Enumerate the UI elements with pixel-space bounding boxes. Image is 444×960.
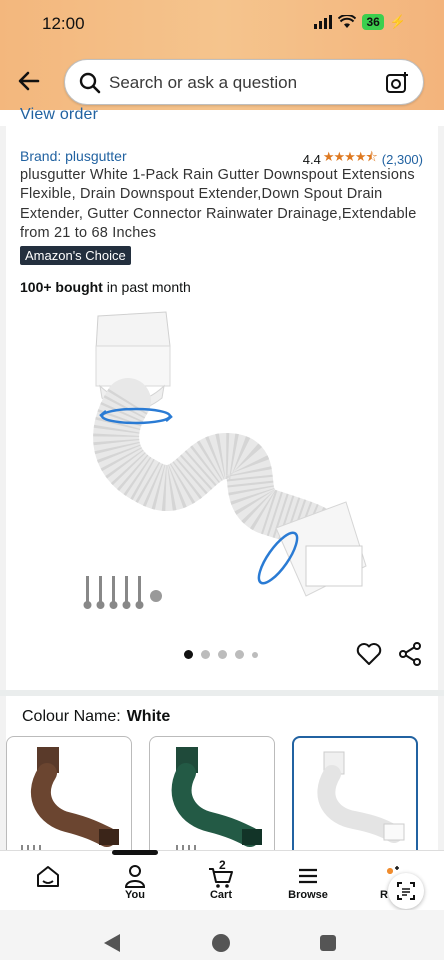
cart-count-badge: 2 (219, 858, 226, 872)
bought-count-rest: in past month (102, 279, 191, 295)
status-time: 12:00 (42, 14, 85, 33)
active-tab-indicator (112, 850, 158, 855)
search-icon (79, 72, 101, 94)
bought-count-strong: 100+ bought (20, 279, 103, 295)
header-bar: 12:00 36 ⚡ (0, 0, 444, 110)
review-count[interactable]: (2,300) (382, 152, 423, 167)
system-home-icon[interactable] (212, 934, 230, 952)
nav-home[interactable] (8, 851, 88, 911)
rating-value: 4.4 (302, 151, 321, 167)
screws-image (83, 576, 162, 609)
share-icon[interactable] (398, 642, 422, 666)
charging-icon: ⚡ (389, 14, 406, 29)
swatch-image (21, 747, 119, 855)
back-arrow-icon[interactable] (16, 68, 42, 94)
bottom-nav: You 2 Cart Browse R (0, 850, 444, 910)
nav-cart[interactable]: 2 Cart (181, 851, 261, 911)
colour-swatch-brown[interactable] (6, 736, 132, 866)
system-nav-bar (0, 910, 444, 960)
home-icon (37, 866, 59, 887)
carousel-dot[interactable] (218, 650, 227, 659)
page-edge-right (438, 126, 444, 950)
colour-swatch-green[interactable] (149, 736, 275, 866)
swatch-image (317, 751, 405, 843)
amazons-choice-badge: Amazon's Choice (20, 246, 131, 265)
carousel-dot-active[interactable] (184, 650, 193, 659)
camera-search-icon[interactable] (385, 71, 409, 95)
product-card: Brand: plusgutter 4.4 ★★★★⯪ (2,300) plus… (6, 138, 438, 690)
status-bar: 12:00 36 ⚡ (0, 0, 444, 48)
nav-browse[interactable]: Browse (268, 851, 348, 911)
wifi-icon (338, 15, 357, 28)
system-recents-icon[interactable] (320, 935, 336, 951)
status-icons: 36 ⚡ (314, 14, 406, 30)
product-title: plusgutter White 1-Pack Rain Gutter Down… (20, 167, 417, 241)
nav-browse-label: Browse (288, 889, 328, 901)
heart-icon[interactable] (356, 642, 382, 666)
system-back-icon[interactable] (104, 934, 120, 952)
nav-you-label: You (125, 889, 145, 901)
carousel-dot[interactable] (201, 650, 210, 659)
carousel-dot[interactable] (235, 650, 244, 659)
nav-cart-label: Cart (209, 889, 232, 901)
bought-count: 100+ bought in past month (20, 279, 191, 295)
section-divider (0, 690, 444, 696)
lens-button[interactable] (388, 873, 424, 909)
carousel-dot[interactable] (252, 651, 258, 658)
colour-swatch-white[interactable] (292, 736, 418, 866)
search-bar[interactable] (64, 59, 424, 105)
battery-icon: 36 (362, 14, 384, 30)
image-carousel-dots[interactable] (184, 650, 258, 659)
lens-scan-icon (397, 882, 415, 900)
colour-name-value: White (126, 708, 171, 725)
nav-you[interactable]: You (95, 851, 175, 911)
colour-name-label: Colour Name: White (22, 708, 170, 726)
search-input[interactable] (109, 70, 379, 96)
swatch-image (171, 747, 262, 855)
colour-name-key: Colour Name: (22, 708, 121, 725)
menu-icon (299, 868, 317, 884)
brand-link[interactable]: Brand: plusgutter (20, 148, 127, 164)
view-order-link[interactable]: View order (20, 106, 98, 124)
product-image[interactable] (66, 306, 406, 616)
person-icon (124, 865, 146, 888)
signal-icon (314, 15, 333, 29)
